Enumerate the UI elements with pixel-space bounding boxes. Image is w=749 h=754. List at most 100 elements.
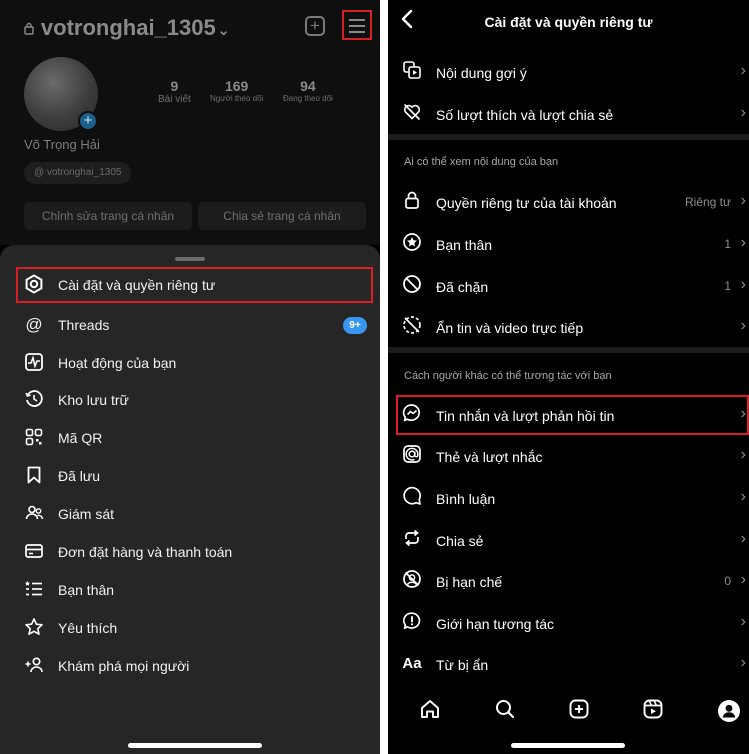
chevron-right-icon: › — [740, 192, 746, 209]
settings-item-label: Thẻ và lượt nhắc — [436, 449, 543, 465]
share-profile-button[interactable]: Chia sẻ trang cá nhân — [198, 202, 366, 230]
settings-item-blocked[interactable]: Đã chặn 1 › — [388, 266, 749, 306]
hide-story-icon — [400, 315, 424, 339]
settings-item-suggested-content[interactable]: Nội dung gợi ý › — [388, 52, 749, 92]
star-icon — [23, 617, 45, 639]
reels-icon[interactable] — [640, 698, 666, 724]
mention-icon — [400, 444, 424, 468]
add-story-icon[interactable]: + — [78, 111, 98, 131]
settings-item-sharing[interactable]: Chia sẻ › — [388, 520, 749, 560]
menu-item-favorites[interactable]: Yêu thích — [16, 610, 373, 646]
profile-icon[interactable] — [718, 700, 740, 722]
username-switcher[interactable]: votronghai_1305 ⌄ — [24, 15, 229, 41]
settings-item-comments[interactable]: Bình luận › — [388, 478, 749, 518]
stat-label: Bài viết — [158, 94, 191, 105]
chevron-right-icon: › — [740, 234, 746, 251]
home-indicator — [128, 743, 262, 748]
threads-handle: votronghai_1305 — [46, 167, 122, 178]
hidden-words-icon: Aa — [402, 655, 422, 672]
bookmark-icon — [23, 465, 45, 487]
stat-value: 94 — [300, 78, 316, 94]
chevron-right-icon: › — [740, 571, 746, 588]
menu-item-archive[interactable]: Kho lưu trữ — [16, 382, 373, 418]
menu-item-label: Bạn thân — [58, 582, 115, 598]
menu-button[interactable] — [342, 10, 372, 40]
menu-item-label: Cài đặt và quyền riêng tư — [58, 277, 216, 293]
lock-icon — [24, 22, 38, 38]
settings-item-hidden-words[interactable]: Aa Từ bị ẩn › — [388, 644, 749, 684]
avatar[interactable]: + — [24, 57, 98, 131]
threads-icon: @ — [34, 167, 47, 178]
settings-item-label: Nội dung gợi ý — [436, 65, 527, 81]
qr-code-icon — [23, 427, 45, 449]
chevron-right-icon: › — [740, 613, 746, 630]
profile-background: votronghai_1305 ⌄ + + 9 Bài viết 169 Ngườ… — [0, 0, 380, 245]
full-name: Võ Trọng Hải — [24, 137, 100, 152]
edit-profile-button[interactable]: Chỉnh sửa trang cá nhân — [24, 202, 192, 230]
stat-following[interactable]: 94 Đang theo dõi — [283, 78, 333, 103]
menu-item-label: Giám sát — [58, 506, 115, 522]
menu-item-settings[interactable]: Cài đặt và quyền riêng tư — [16, 267, 373, 303]
search-icon[interactable] — [492, 698, 518, 724]
menu-item-label: Threads — [58, 317, 110, 333]
settings-item-label: Từ bị ẩn — [436, 657, 489, 673]
settings-item-messages[interactable]: Tin nhắn và lượt phản hồi tin › — [396, 395, 749, 435]
settings-header: Cài đặt và quyền riêng tư — [388, 0, 749, 44]
settings-item-hide-story[interactable]: Ẩn tin và video trực tiếp › — [388, 307, 749, 347]
activity-icon — [23, 352, 45, 374]
settings-item-tags-mentions[interactable]: Thẻ và lượt nhắc › — [388, 436, 749, 476]
menu-item-orders[interactable]: Đơn đặt hàng và thanh toán — [16, 534, 373, 570]
settings-item-account-privacy[interactable]: Quyền riêng tư của tài khoản Riêng tư › — [388, 182, 749, 222]
home-indicator — [511, 743, 625, 748]
settings-item-close-friends[interactable]: Bạn thân 1 › — [388, 224, 749, 264]
create-icon[interactable] — [566, 698, 592, 724]
settings-item-label: Ẩn tin và video trực tiếp — [436, 320, 584, 336]
share-icon — [400, 528, 424, 552]
menu-item-label: Khám phá mọi người — [58, 658, 190, 674]
menu-item-threads[interactable]: @ Threads 9+ — [16, 307, 373, 343]
username-text: votronghai_1305 — [40, 15, 216, 40]
chevron-right-icon: › — [740, 446, 746, 463]
create-icon[interactable]: + — [305, 16, 325, 36]
settings-item-limit-interactions[interactable]: Giới hạn tương tác › — [388, 603, 749, 643]
chevron-down-icon: ⌄ — [217, 22, 230, 38]
menu-sheet: Cài đặt và quyền riêng tư @ Threads 9+ H… — [0, 245, 380, 754]
block-icon — [400, 274, 424, 298]
menu-item-discover-people[interactable]: Khám phá mọi người — [16, 648, 373, 684]
menu-item-supervision[interactable]: Giám sát — [16, 496, 373, 532]
stat-posts[interactable]: 9 Bài viết — [158, 78, 191, 105]
chevron-right-icon: › — [740, 276, 746, 293]
settings-item-label: Chia sẻ — [436, 533, 484, 549]
settings-item-label: Giới hạn tương tác — [436, 616, 555, 632]
menu-item-close-friends[interactable]: Bạn thân — [16, 572, 373, 608]
settings-item-likes-shares[interactable]: Số lượt thích và lượt chia sẻ › — [388, 94, 749, 134]
settings-item-value: 0 — [724, 574, 731, 588]
star-circle-icon — [400, 232, 424, 256]
threads-handle-chip[interactable]: @ votronghai_1305 — [24, 162, 132, 184]
chevron-right-icon: › — [740, 654, 746, 671]
stat-value: 9 — [170, 78, 179, 94]
settings-item-value: Riêng tư — [684, 195, 731, 209]
menu-item-activity[interactable]: Hoạt động của bạn — [16, 345, 373, 381]
chevron-right-icon: › — [740, 317, 746, 334]
settings-item-value: 1 — [724, 279, 731, 293]
hamburger-line — [349, 31, 365, 33]
settings-item-label: Số lượt thích và lượt chia sẻ — [436, 107, 614, 123]
hidden-likes-icon — [400, 102, 424, 126]
chevron-right-icon: › — [740, 62, 746, 79]
settings-item-value: 1 — [724, 237, 731, 251]
menu-item-label: Đã lưu — [58, 468, 101, 484]
stat-followers[interactable]: 169 Người theo dõi — [210, 78, 263, 103]
menu-item-qr[interactable]: Mã QR — [16, 420, 373, 456]
chevron-right-icon: › — [740, 530, 746, 547]
menu-item-saved[interactable]: Đã lưu — [16, 458, 373, 494]
home-icon[interactable] — [417, 698, 443, 724]
settings-item-restricted[interactable]: Bị hạn chế 0 › — [388, 561, 749, 601]
profile-screen: votronghai_1305 ⌄ + + 9 Bài viết 169 Ngườ… — [0, 0, 380, 754]
chevron-right-icon: › — [740, 405, 746, 422]
menu-item-label: Mã QR — [58, 430, 103, 446]
settings-screen: Cài đặt và quyền riêng tư Nội dung gợi ý… — [388, 0, 749, 754]
limit-icon — [400, 611, 424, 635]
sheet-grabber[interactable] — [175, 257, 205, 261]
section-divider — [388, 347, 749, 353]
